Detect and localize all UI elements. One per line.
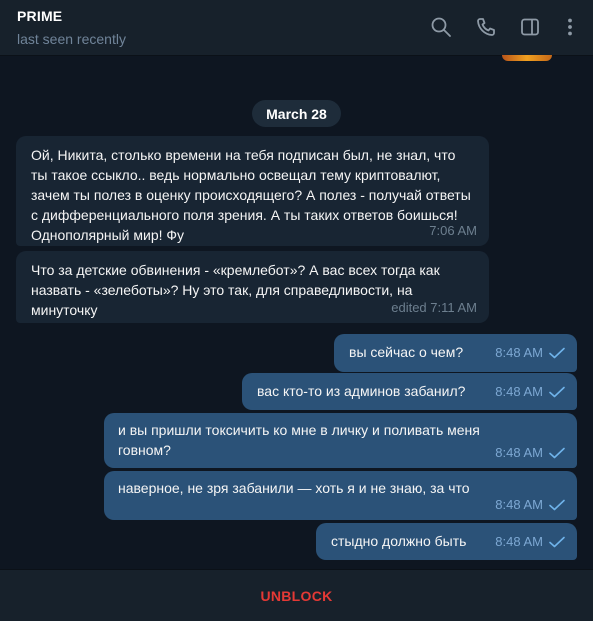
message-time: 8:48 AM: [495, 497, 543, 512]
message-time: edited 7:11 AM: [391, 300, 477, 315]
contact-name[interactable]: PRIME: [17, 8, 62, 24]
unblock-button[interactable]: UNBLOCK: [260, 588, 332, 604]
message-list[interactable]: March 28 Ой, Никита, столько времени на …: [0, 57, 593, 569]
message-outgoing[interactable]: вас кто-то из админов забанил? 8:48 AM: [242, 373, 577, 410]
message-incoming[interactable]: Что за детские обвинения - «кремлебот»? …: [16, 251, 489, 323]
message-outgoing[interactable]: вы сейчас о чем? 8:48 AM: [334, 334, 577, 372]
contact-status: last seen recently: [17, 31, 126, 47]
read-check-icon: [549, 386, 565, 398]
read-check-icon: [549, 447, 565, 459]
date-separator: March 28: [252, 100, 341, 127]
message-outgoing[interactable]: стыдно должно быть 8:48 AM: [316, 523, 577, 560]
sidebar-toggle-icon[interactable]: [519, 16, 541, 38]
message-outgoing[interactable]: наверное, не зря забанили — хоть я и не …: [104, 471, 577, 520]
message-time: 7:06 AM: [429, 223, 477, 238]
message-time: 8:48 AM: [495, 445, 543, 460]
message-outgoing[interactable]: и вы пришли токсичить ко мне в личку и п…: [104, 413, 577, 468]
search-icon[interactable]: [430, 16, 452, 38]
message-time: 8:48 AM: [495, 345, 543, 360]
message-text: Ой, Никита, столько времени на тебя подп…: [31, 147, 471, 243]
read-check-icon: [549, 347, 565, 359]
message-incoming[interactable]: Ой, Никита, столько времени на тебя подп…: [16, 136, 489, 246]
message-time: 8:48 AM: [495, 384, 543, 399]
read-check-icon: [549, 499, 565, 511]
more-icon[interactable]: [559, 16, 581, 38]
read-check-icon: [549, 536, 565, 548]
chat-header: PRIME last seen recently: [0, 0, 593, 56]
phone-icon[interactable]: [475, 16, 497, 38]
message-time: 8:48 AM: [495, 534, 543, 549]
chat-footer: UNBLOCK: [0, 569, 593, 621]
